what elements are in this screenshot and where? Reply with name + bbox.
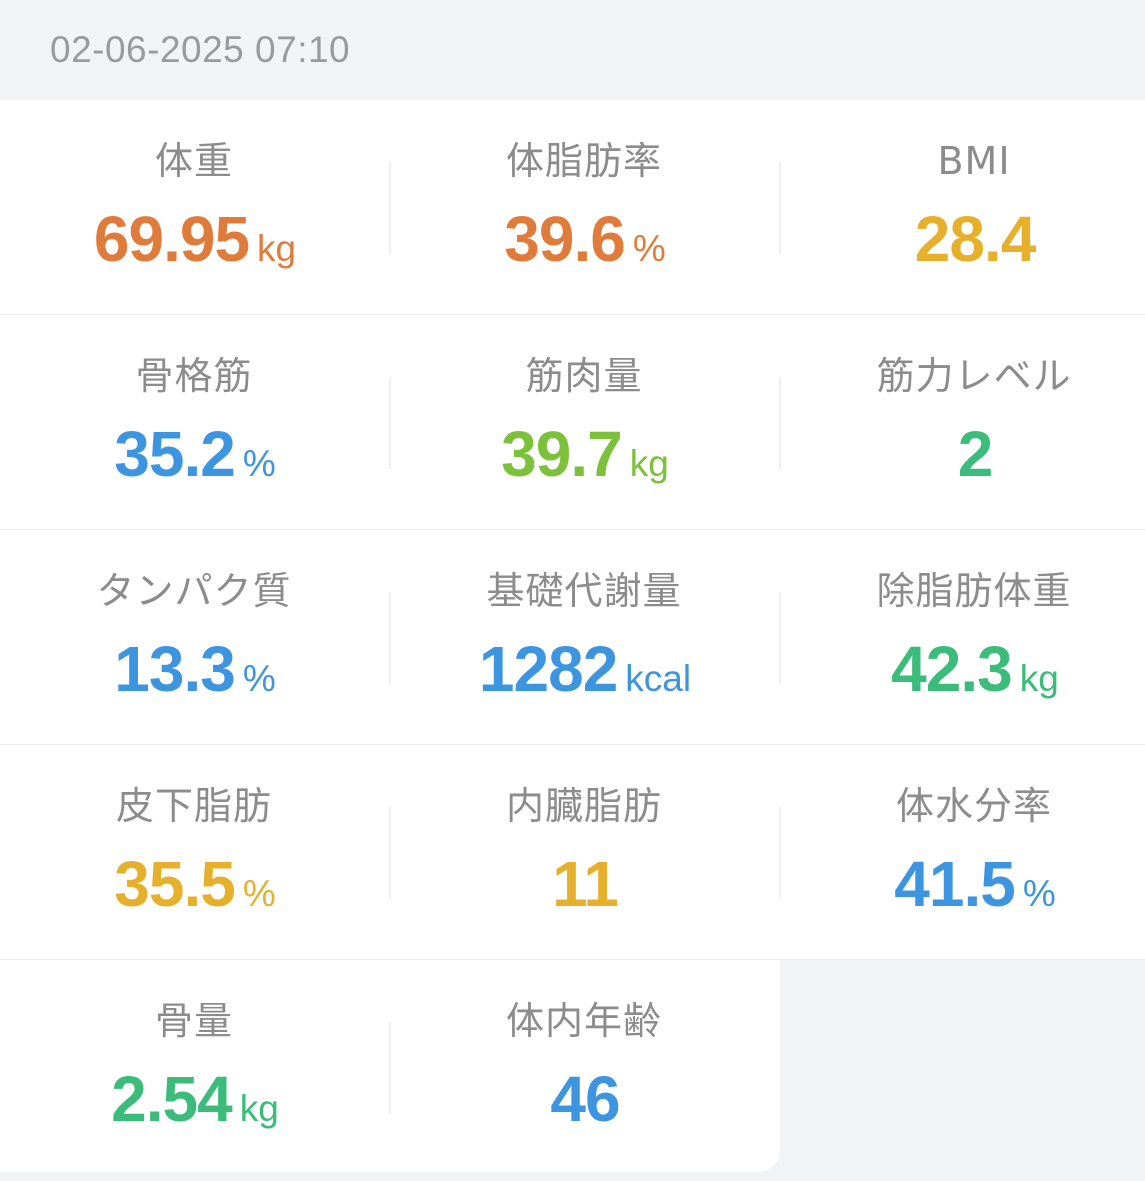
metric-unit: kcal: [625, 658, 692, 699]
metric-value: 35.5: [114, 848, 236, 920]
metric-value-line: 46: [390, 1060, 780, 1155]
metrics-grid: 体重 69.95 kg 体脂肪率 39.6% BMI 28.4 骨格筋 35.2%: [0, 100, 1145, 1172]
metric-unit: %: [632, 228, 666, 269]
metric-value-line: 42.3 kg: [780, 630, 1145, 725]
metrics-row: 体重 69.95 kg 体脂肪率 39.6% BMI 28.4: [0, 100, 1145, 315]
metric-muscle-mass[interactable]: 筋肉量 39.7 kg: [390, 315, 780, 529]
record-timestamp: 02-06-2025 07:10: [50, 29, 351, 70]
metric-basal-metabolism[interactable]: 基礎代謝量 1282 kcal: [390, 530, 780, 744]
column-divider: [389, 592, 391, 684]
metric-label: 体内年齢: [505, 999, 662, 1043]
metric-muscle-level[interactable]: 筋力レベル 2: [780, 315, 1145, 529]
metric-value-line: 2: [780, 415, 1145, 510]
metric-value-line: 41.5%: [780, 845, 1145, 940]
column-divider: [389, 807, 391, 899]
metric-visceral-fat[interactable]: 内臓脂肪 11: [390, 745, 780, 959]
metric-value: 42.3: [891, 633, 1013, 705]
metric-lean-body-mass[interactable]: 除脂肪体重 42.3 kg: [780, 530, 1145, 744]
metric-label: 骨格筋: [135, 354, 253, 398]
record-header: 02-06-2025 07:10: [0, 0, 1145, 100]
metric-label: BMI: [937, 139, 1011, 183]
metrics-row: 皮下脂肪 35.5% 内臓脂肪 11 体水分率 41.5%: [0, 745, 1145, 960]
metrics-row: 骨量 2.54 kg 体内年齢 46: [0, 960, 780, 1172]
metric-value: 35.2: [114, 418, 236, 490]
metric-unit: kg: [1019, 658, 1059, 699]
metric-weight[interactable]: 体重 69.95 kg: [0, 100, 390, 314]
metric-unit: kg: [629, 443, 669, 484]
metric-value: 1282: [478, 633, 618, 705]
metric-value: 46: [550, 1063, 620, 1135]
metric-label: 内臓脂肪: [505, 784, 662, 828]
metric-protein[interactable]: タンパク質 13.3%: [0, 530, 390, 744]
column-divider: [389, 377, 391, 469]
metric-value: 39.6: [504, 203, 626, 275]
column-divider: [389, 1022, 391, 1114]
metric-value-line: 11: [390, 845, 780, 940]
metric-value: 41.5: [894, 848, 1016, 920]
metric-value-line: 1282 kcal: [390, 630, 780, 725]
metric-label: 骨量: [154, 999, 233, 1043]
metric-unit: %: [242, 443, 276, 484]
metric-value: 13.3: [114, 633, 236, 705]
metric-value-line: 2.54 kg: [0, 1060, 390, 1155]
metric-label: 筋肉量: [525, 354, 643, 398]
metric-body-age[interactable]: 体内年齢 46: [390, 960, 780, 1174]
metric-unit: %: [242, 658, 276, 699]
metric-skeletal-muscle[interactable]: 骨格筋 35.2%: [0, 315, 390, 529]
column-divider: [389, 162, 391, 254]
metric-label: 体脂肪率: [505, 139, 662, 183]
metric-bmi[interactable]: BMI 28.4: [780, 100, 1145, 314]
metric-value: 11: [552, 848, 619, 920]
metric-body-fat-rate[interactable]: 体脂肪率 39.6%: [390, 100, 780, 314]
metric-body-water[interactable]: 体水分率 41.5%: [780, 745, 1145, 959]
metrics-row: 骨格筋 35.2% 筋肉量 39.7 kg 筋力レベル 2: [0, 315, 1145, 530]
metric-label: 皮下脂肪: [115, 784, 272, 828]
metric-label: 体水分率: [895, 784, 1052, 828]
metric-value: 28.4: [914, 203, 1037, 275]
metric-unit: kg: [239, 1088, 279, 1129]
metric-value-line: 13.3%: [0, 630, 390, 725]
metric-value: 2: [957, 418, 994, 490]
column-divider: [779, 807, 781, 899]
metric-label: 基礎代謝量: [486, 569, 682, 613]
metric-unit: %: [1022, 873, 1056, 914]
column-divider: [779, 377, 781, 469]
metric-value-line: 39.6%: [390, 200, 780, 295]
metric-unit: kg: [257, 228, 297, 269]
metric-label: 除脂肪体重: [876, 569, 1072, 613]
metric-value-line: 39.7 kg: [390, 415, 780, 510]
column-divider: [779, 162, 781, 254]
metric-value-line: 35.2%: [0, 415, 390, 510]
metric-value: 39.7: [501, 418, 623, 490]
metric-subcutaneous-fat[interactable]: 皮下脂肪 35.5%: [0, 745, 390, 959]
metric-value: 2.54: [111, 1063, 233, 1135]
metric-label: 筋力レベル: [876, 354, 1072, 398]
metric-bone-mass[interactable]: 骨量 2.54 kg: [0, 960, 390, 1174]
metric-value: 69.95: [93, 203, 250, 275]
metric-label: タンパク質: [96, 569, 292, 613]
metric-value-line: 35.5%: [0, 845, 390, 940]
column-divider: [779, 592, 781, 684]
metrics-row: タンパク質 13.3% 基礎代謝量 1282 kcal 除脂肪体重 42.3 kg: [0, 530, 1145, 745]
metric-unit: %: [242, 873, 276, 914]
metric-label: 体重: [154, 139, 233, 183]
metric-value-line: 28.4: [780, 200, 1145, 295]
metric-value-line: 69.95 kg: [0, 200, 390, 295]
